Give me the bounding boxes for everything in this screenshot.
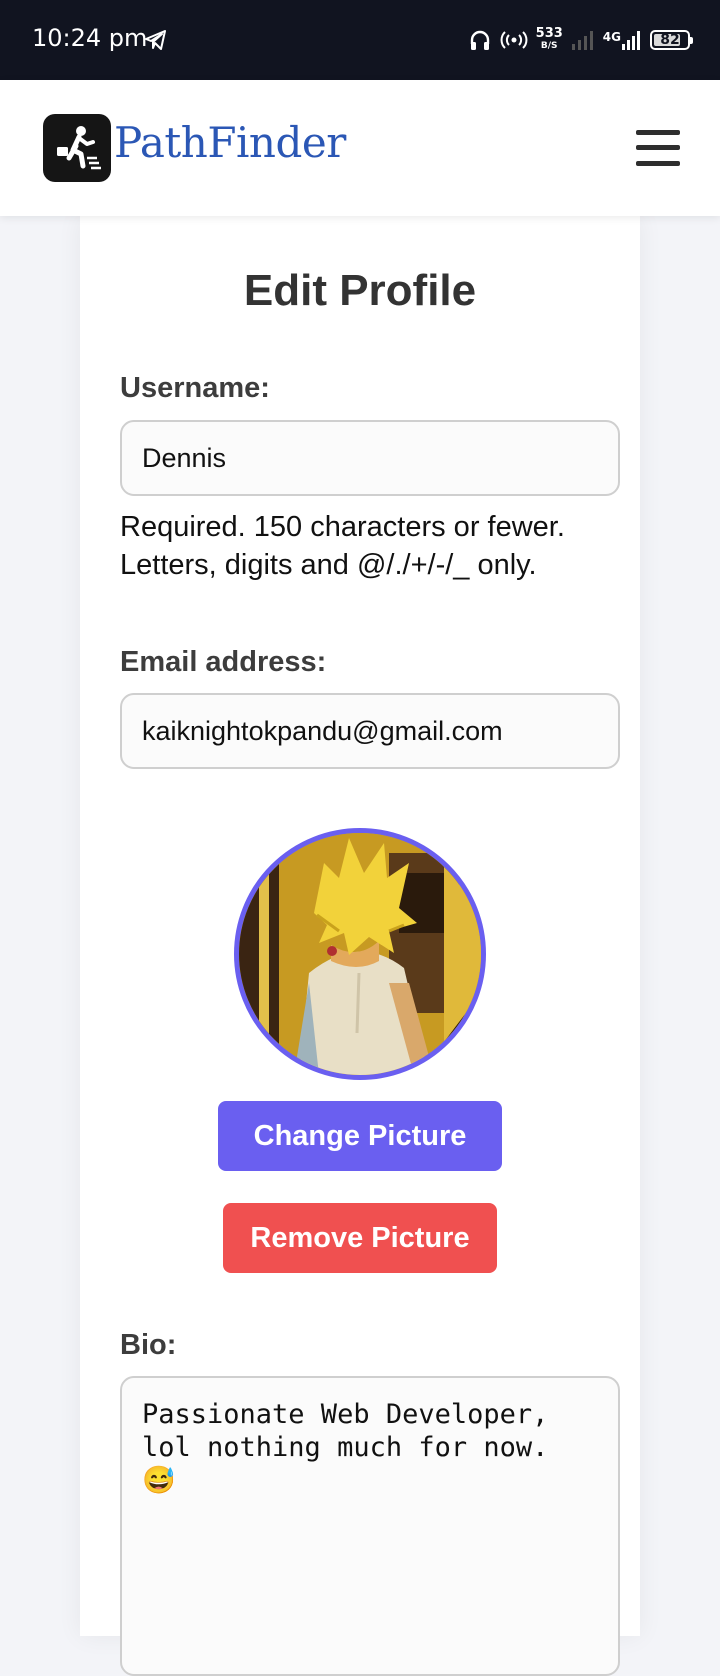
net-speed-value: 533 <box>535 26 563 41</box>
bio-label: Bio: <box>120 1329 177 1361</box>
menu-bar-middle <box>636 145 680 150</box>
username-input[interactable] <box>120 420 620 496</box>
logo[interactable] <box>43 114 111 182</box>
hotspot-icon <box>500 31 528 49</box>
menu-bar-bottom <box>636 161 680 166</box>
edit-profile-card: Edit Profile Username: Required. 150 cha… <box>80 216 640 1676</box>
email-label: Email address: <box>120 646 327 678</box>
walking-businessman-icon <box>57 126 101 170</box>
net-speed-unit: B/S <box>540 41 558 51</box>
signal-icon <box>622 31 640 50</box>
remove-picture-button[interactable]: Remove Picture <box>223 1203 497 1273</box>
network-type: 4G <box>602 30 621 44</box>
bio-textarea[interactable]: Passionate Web Developer, lol nothing mu… <box>120 1376 620 1676</box>
username-label: Username: <box>120 372 270 404</box>
avatar <box>234 828 486 1080</box>
username-help-text: Required. 150 characters or fewer. Lette… <box>120 511 565 581</box>
brand-name[interactable]: PathFinder <box>114 118 346 167</box>
status-time: 10:24 pm <box>32 24 148 52</box>
battery-level: 82 <box>660 32 680 48</box>
telegram-icon <box>145 30 166 50</box>
signal-icon <box>571 31 593 50</box>
net-speed: 533 B/S <box>535 26 563 52</box>
status-icons: 533 B/S 4G 82 <box>468 22 693 58</box>
headphones-icon <box>470 30 489 50</box>
change-picture-button[interactable]: Change Picture <box>218 1101 502 1171</box>
email-input[interactable] <box>120 693 620 769</box>
menu-bar-top <box>636 130 680 135</box>
avatar-illustration <box>239 833 481 1075</box>
status-bar: 10:24 pm 533 B/S 4G 82 <box>0 0 720 80</box>
navbar: PathFinder <box>0 80 720 216</box>
hamburger-menu-icon[interactable] <box>636 130 680 166</box>
battery-icon: 82 <box>650 30 693 50</box>
mobile-signal: 4G <box>603 29 642 51</box>
page-title: Edit Profile <box>243 266 477 315</box>
